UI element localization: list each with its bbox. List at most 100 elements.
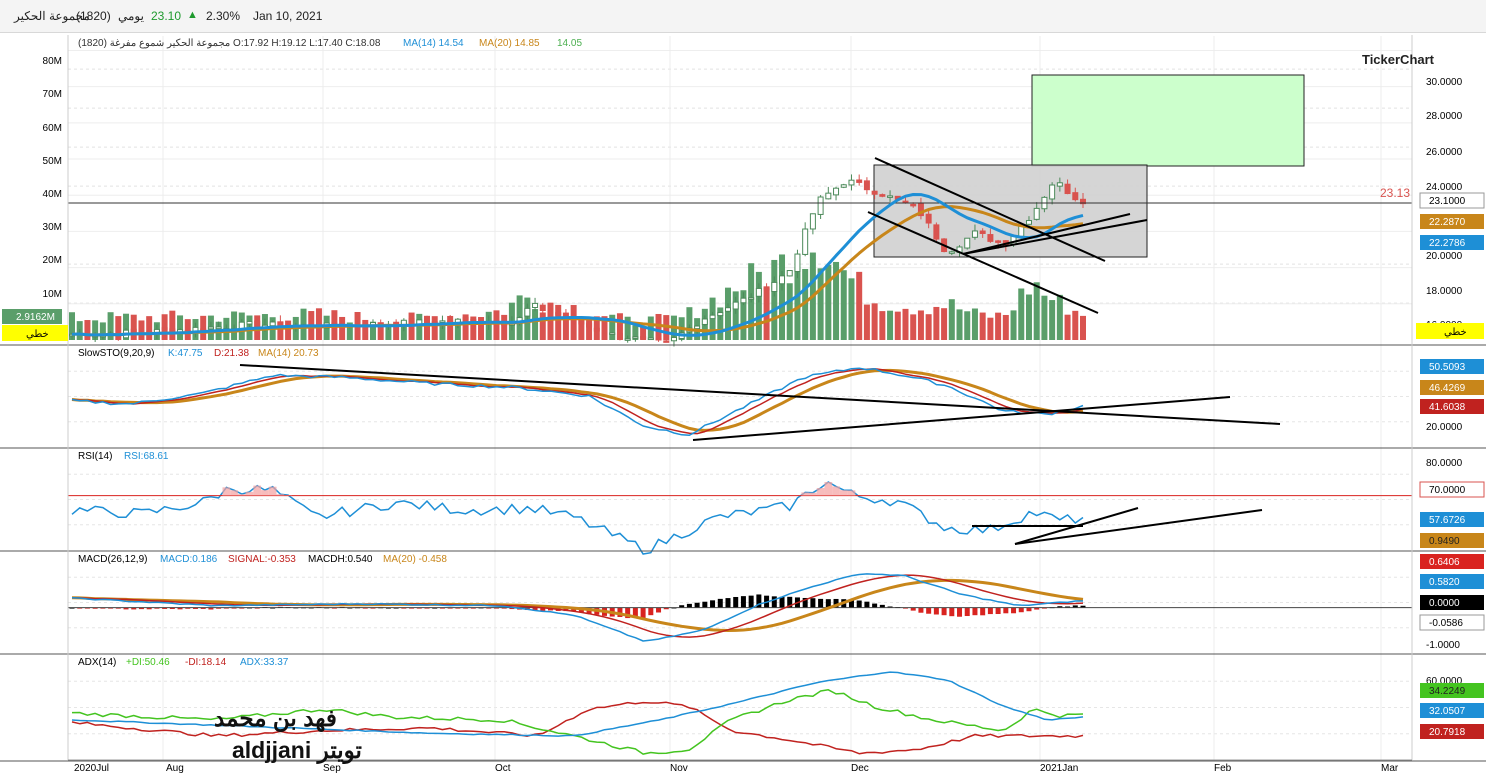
adx-plus-badge-text: 34.2249 [1429,686,1466,697]
volume-tick: 30M [43,222,62,233]
volume-bar [902,308,909,340]
macd-info: MACD(26,12,9) [78,554,147,565]
candle-body [995,240,1002,243]
macd-histogram-bar [733,596,739,608]
chart-canvas[interactable]: مجموعة الحكير شموع مفرغة (1820) O:17.92 … [0,33,1486,775]
rsi-badge-text: 57.6726 [1429,515,1466,526]
candle-body [269,321,276,327]
target-zone-box [1031,74,1305,167]
adx-info: ADX(14) [78,657,116,668]
x-tick: Sep [323,763,341,774]
rsi-overbought-fill [824,481,833,496]
macd-badge-1-text: 0.6406 [1429,557,1460,568]
sto-y-tick: 20.0000 [1426,422,1463,433]
candle-body [879,194,886,197]
rsi-overbought-fill [276,494,285,496]
sto-d-badge-text: 41.6038 [1429,402,1466,413]
candle-body [701,318,708,325]
candle-body [856,179,863,183]
trend-lines [239,157,1281,545]
macd-histogram-bar [964,607,970,617]
rsi-overbought-fill [253,485,262,496]
macd-signal-label: SIGNAL:-0.353 [228,554,296,565]
rsi-level-badge-text: 70.0000 [1429,485,1466,496]
x-tick: 2020Jul [74,763,109,774]
macd-hist-label: MACDH:0.540 [308,554,373,565]
trend-line [692,396,1231,441]
candle-body [848,179,855,186]
macd-histogram-bar [1003,607,1009,614]
volume-bar [979,312,986,340]
macd-histogram-bar [717,598,723,608]
candle-body [424,317,431,323]
macd-histogram-bar [779,596,785,608]
volume-bar [1002,314,1009,340]
candle-body [207,326,214,330]
macd-badge-3-text: 0.0000 [1429,598,1460,609]
volume-bar [1010,310,1017,340]
rsi-overbought-fill [847,490,856,496]
rsi-overbought-fill [832,486,840,496]
candle-body [786,270,793,277]
adx-badge-text: 32.0507 [1429,706,1466,717]
x-tick: Mar [1381,763,1399,774]
sto-ma-label: MA(14) 20.73 [258,348,319,359]
macd-histogram-bar [980,607,986,616]
change-percent: 2.30% [206,9,241,23]
volume-tick: 50M [43,156,62,167]
candle-body [254,320,261,328]
macd-histogram-bar [702,601,708,608]
candle-body [1049,184,1056,200]
volume-bar [817,268,824,340]
candle-body [1025,220,1032,225]
candle-body [586,322,593,328]
candle-body [987,234,994,242]
candle-body [601,331,608,335]
candle-body [130,328,137,333]
volume-bar [1018,288,1025,340]
header-date: Jan 10, 2021 [253,9,323,23]
candle-body [694,325,701,330]
volume-bar [755,271,762,340]
y-tick: 24.0000 [1426,182,1463,193]
candle-body [809,213,816,230]
macd-histogram-bar [648,607,654,616]
candle-body [578,319,585,325]
candle-body [439,320,446,323]
macd-histogram-bar [864,601,870,608]
rsi-overbought-fill [809,492,817,496]
macd-histogram-bar [694,602,700,608]
candle-body [246,320,253,325]
volume-bar [910,314,917,340]
sto-ma-badge-text: 46.4269 [1429,383,1466,394]
candle-body [624,338,631,341]
candle-body [555,312,562,316]
adx-value-label: ADX:33.37 [240,657,289,668]
candle-body [462,316,469,321]
candle-body [670,336,677,342]
candle-body [732,301,739,310]
volume-bar [848,278,855,340]
symbol-code: (1820) [76,9,111,23]
candle-body [161,327,168,331]
macd-histogram-bar [725,598,731,608]
sto-k-label: K:47.75 [168,348,203,359]
volume-tick: 80M [43,56,62,67]
volume-tick: 40M [43,189,62,200]
x-tick: Dec [851,763,869,774]
candle-body [709,314,716,320]
candle-body [640,336,647,339]
rsi-ma-badge-text: 0.9490 [1429,536,1460,547]
volume-tick: 70M [43,89,62,100]
x-tick: Feb [1214,763,1232,774]
rsi-overbought-fill [222,487,231,496]
candle-body [215,326,222,330]
macd-ma-label: MA(20) -0.458 [383,554,447,565]
brand-logo: TickerChart [1362,52,1435,67]
macd-histogram-bar [686,603,692,608]
volume-bar [879,311,886,340]
rsi-overbought-fill [816,487,825,496]
macd-histogram-bar [640,607,646,619]
macd-histogram-bar [949,607,955,617]
period-label[interactable]: يومي [118,9,144,23]
